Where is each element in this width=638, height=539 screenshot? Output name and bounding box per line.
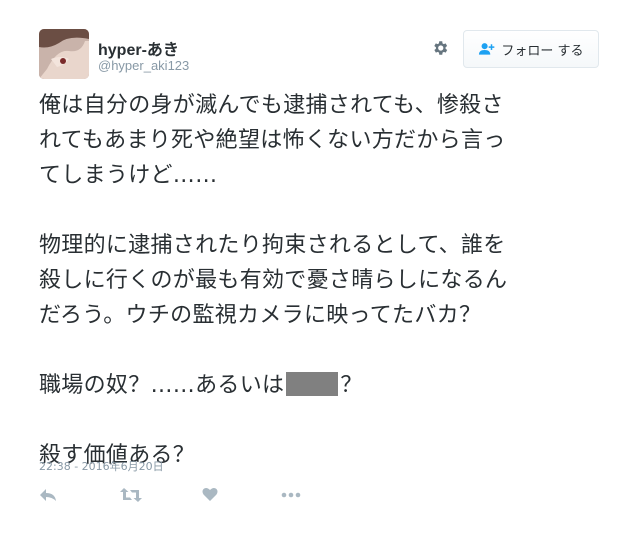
tweet-line: 殺しに行くのが最も有効で憂さ晴らしになるん xyxy=(39,268,508,293)
tweet-card: hyper-あき @hyper_aki123 フォロー する 俺は自分の身が滅ん… xyxy=(0,0,638,539)
reply-icon[interactable] xyxy=(39,487,57,507)
tweet-blank-line xyxy=(39,403,609,438)
tweet-blank-line xyxy=(39,333,609,368)
person-add-icon xyxy=(479,43,495,55)
tweet-line: れてもあまり死や絶望は怖くない方だから言っ xyxy=(39,128,506,153)
tweet-line: 物理的に逮捕されたり拘束されるとして、誰を xyxy=(39,233,506,258)
tweet-line: だろう。ウチの監視カメラに映ってたバカ？ xyxy=(39,303,482,328)
screen-name[interactable]: @hyper_aki123 xyxy=(98,58,189,73)
follow-button[interactable]: フォロー する xyxy=(463,30,599,68)
tweet-text: 俺は自分の身が滅んでも逮捕されても、惨殺さ れてもあまり死や絶望は怖くない方だか… xyxy=(39,88,609,473)
redaction-block xyxy=(286,372,339,396)
heart-icon[interactable] xyxy=(202,487,218,507)
retweet-icon[interactable] xyxy=(120,487,142,507)
tweet-text-segment: 職場の奴？……あるいは xyxy=(39,373,285,398)
tweet-text-segment: ？ xyxy=(340,373,363,398)
follow-button-label: フォロー する xyxy=(501,43,584,59)
avatar-image xyxy=(39,29,89,79)
timestamp[interactable]: 22:38 - 2016年6月20日 xyxy=(39,458,164,474)
tweet-line: てしまうけど…… xyxy=(39,163,218,188)
tweet-actions xyxy=(39,487,339,509)
tweet-blank-line xyxy=(39,193,609,228)
tweet-line: 俺は自分の身が滅んでも逮捕されても、惨殺さ xyxy=(39,93,504,118)
avatar[interactable] xyxy=(39,29,89,79)
tweet-line-redacted: 職場の奴？……あるいは ？ xyxy=(39,368,609,403)
gear-icon[interactable] xyxy=(431,39,449,57)
more-icon[interactable] xyxy=(281,487,301,507)
display-name[interactable]: hyper-あき xyxy=(98,36,179,60)
